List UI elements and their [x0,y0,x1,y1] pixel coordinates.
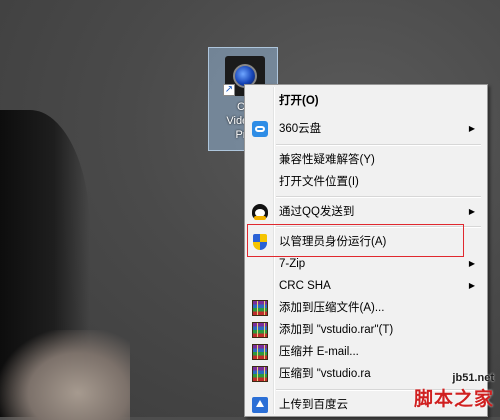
menu-item-label: 压缩并 E-mail... [279,346,359,358]
menu-item-label: 添加到 "vstudio.rar"(T) [279,324,394,336]
qq-icon [252,204,268,220]
menu-item-label: 压缩到 "vstudio.ra [279,368,371,380]
watermark-url: jb51.net [452,372,494,384]
menu-item-crc-sha[interactable]: CRC SHA ▶ [247,275,485,297]
menu-separator [276,144,481,146]
menu-item-label: 360云盘 [279,123,322,135]
menu-item-label: CRC SHA [279,280,331,292]
shortcut-arrow-icon: ↗ [223,84,235,96]
winrar-icon [252,366,268,382]
wallpaper-face [0,330,130,420]
menu-item-add-to-archive[interactable]: 添加到压缩文件(A)... [247,297,485,319]
menu-separator [276,196,481,198]
menu-item-label: 上传到百度云 [279,399,348,411]
cloud-icon [252,121,268,137]
menu-item-open[interactable]: 打开(O) [247,90,485,112]
baidu-cloud-icon [252,397,268,413]
watermark-text: 脚本之家 [413,389,494,410]
submenu-arrow-icon: ▶ [468,207,475,216]
menu-item-open-file-location[interactable]: 打开文件位置(I) [247,171,485,193]
submenu-arrow-icon: ▶ [468,259,475,268]
winrar-icon [252,344,268,360]
menu-item-compatibility-troubleshoot[interactable]: 兼容性疑难解答(Y) [247,149,485,171]
menu-item-label: 打开文件位置(I) [279,176,359,188]
menu-item-label: 打开(O) [279,95,319,107]
menu-item-label: 通过QQ发送到 [279,206,355,218]
menu-item-add-to-vstudio-rar[interactable]: 添加到 "vstudio.rar"(T) [247,319,485,341]
menu-item-label: 兼容性疑难解答(Y) [279,154,375,166]
winrar-icon [252,300,268,316]
menu-item-360-cloud[interactable]: 360云盘 ▶ [247,118,485,140]
menu-item-label: 添加到压缩文件(A)... [279,302,385,314]
winrar-icon [252,322,268,338]
annotation-highlight-box [247,224,464,257]
menu-item-send-via-qq[interactable]: 通过QQ发送到 ▶ [247,201,485,223]
submenu-arrow-icon: ▶ [468,281,475,290]
site-watermark: jb51.net 脚本之家 [414,372,494,411]
submenu-arrow-icon: ▶ [468,124,475,133]
menu-item-compress-and-email[interactable]: 压缩并 E-mail... [247,341,485,363]
